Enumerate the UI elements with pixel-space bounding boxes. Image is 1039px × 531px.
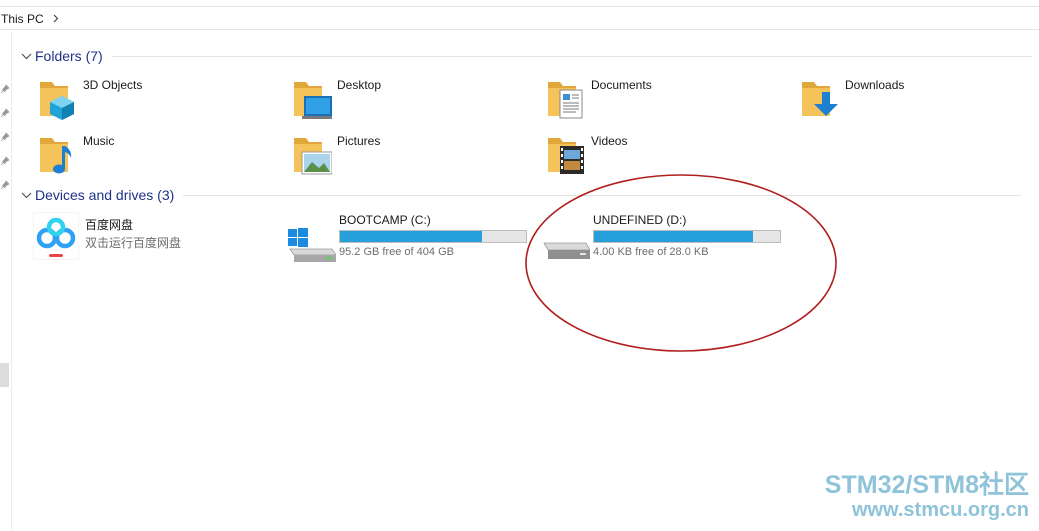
drive-c-name: BOOTCAMP (C:): [339, 213, 431, 227]
drive-d-usage-fill: [594, 231, 754, 242]
chevron-down-icon[interactable]: [20, 189, 32, 201]
drive-d-free-space: 4.00 KB free of 28.0 KB: [593, 246, 709, 258]
drive-c-free-space: 95.2 GB free of 404 GB: [339, 246, 454, 258]
pin-icon: [0, 132, 10, 142]
pin-icon: [0, 156, 10, 166]
baidu-netdisk-name: 百度网盘: [85, 218, 134, 232]
drive-icon: [542, 219, 591, 263]
folder-pictures[interactable]: Pictures: [292, 132, 380, 180]
drive-d-usage-bar: [593, 230, 781, 243]
pin-icon: [0, 84, 10, 94]
videos-folder-icon: [546, 132, 586, 176]
documents-folder-icon: [546, 76, 586, 120]
folder-3d-objects[interactable]: 3D Objects: [38, 76, 142, 124]
downloads-folder-icon: [800, 76, 840, 120]
chevron-right-icon[interactable]: [52, 13, 60, 25]
folders-group-header[interactable]: Folders (7): [20, 47, 1032, 65]
folder-desktop[interactable]: Desktop: [292, 76, 381, 124]
baidu-netdisk-subtitle: 双击运行百度网盘: [85, 236, 182, 250]
drive-d-name: UNDEFINED (D:): [593, 213, 687, 227]
chevron-down-icon[interactable]: [20, 50, 32, 62]
3d-objects-folder-icon: [38, 76, 78, 120]
folder-videos[interactable]: Videos: [546, 132, 627, 180]
group-divider: [183, 194, 1022, 196]
devices-group-header[interactable]: Devices and drives (3): [20, 186, 1022, 204]
folder-label: 3D Objects: [83, 78, 143, 92]
nav-pane-scroll-thumb[interactable]: [0, 363, 9, 387]
pin-icon: [0, 108, 10, 118]
drive-d[interactable]: UNDEFINED (D:) 4.00 KB free of 28.0 KB: [542, 213, 787, 263]
watermark-line2: www.stmcu.org.cn: [851, 499, 1029, 521]
folder-downloads[interactable]: Downloads: [800, 76, 904, 124]
drive-c-usage-fill: [340, 231, 483, 242]
pin-icon: [0, 180, 10, 190]
folder-documents[interactable]: Documents: [546, 76, 652, 124]
ribbon-edge: [0, 0, 1039, 7]
breadcrumb-this-pc[interactable]: This PC: [0, 12, 44, 26]
folders-group-title: Folders (7): [35, 48, 103, 64]
baidu-netdisk-item[interactable]: 百度网盘 双击运行百度网盘: [32, 211, 263, 262]
drive-c-usage-bar: [339, 230, 527, 243]
drive-c[interactable]: BOOTCAMP (C:) 95.2 GB free of 404 GB: [288, 213, 533, 263]
desktop-folder-icon: [292, 76, 334, 120]
folder-label: Downloads: [845, 78, 905, 92]
group-divider: [111, 55, 1032, 57]
folder-label: Videos: [591, 134, 628, 148]
windows-drive-icon: [288, 219, 337, 263]
address-bar[interactable]: This PC: [0, 8, 1039, 30]
navigation-pane[interactable]: [0, 31, 12, 531]
folder-label: Documents: [591, 78, 652, 92]
folder-label: Music: [83, 134, 115, 148]
baidu-netdisk-icon: [32, 211, 80, 261]
folder-music[interactable]: Music: [38, 132, 114, 180]
folder-label: Desktop: [337, 78, 382, 92]
devices-group-title: Devices and drives (3): [35, 187, 175, 203]
music-folder-icon: [38, 132, 78, 176]
folder-label: Pictures: [337, 134, 381, 148]
watermark-line1: STM32/STM8社区: [824, 471, 1029, 499]
watermark: STM32/STM8社区 www.stmcu.org.cn: [824, 471, 1029, 522]
pictures-folder-icon: [292, 132, 333, 176]
